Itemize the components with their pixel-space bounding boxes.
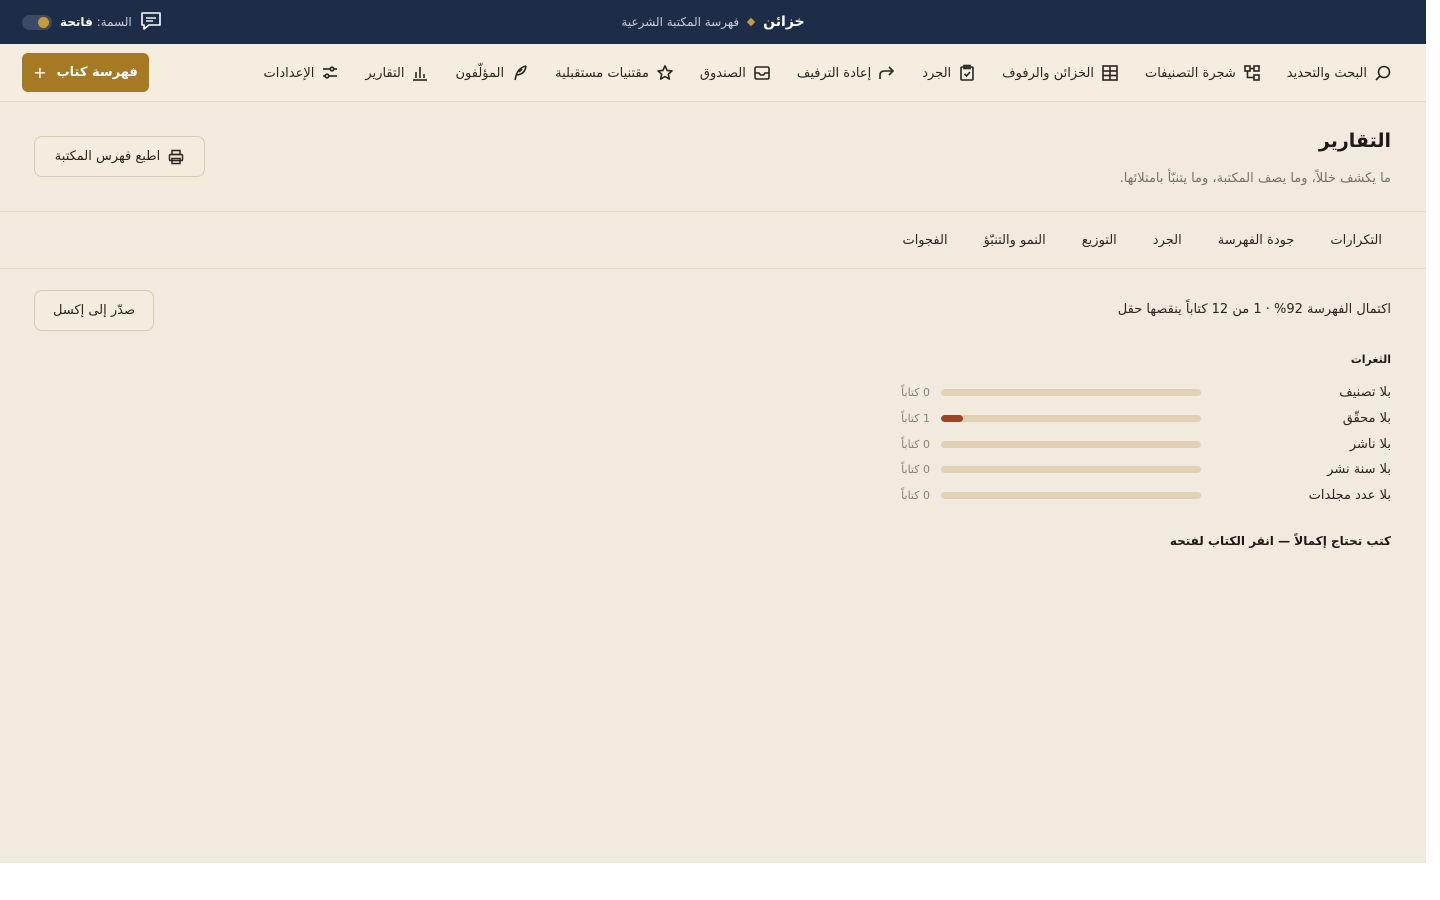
search-icon [1375,65,1391,81]
gap-bar-track [941,466,1201,473]
brand-diamond-icon [746,17,756,27]
sliders-icon [323,66,338,79]
star-icon [657,65,673,80]
gap-row: بلا تصنيف 0 كتاباً [891,383,1391,403]
gap-row: بلا ناشر 0 كتاباً [891,435,1391,455]
app-window: خزائن فهرسة المكتبة الشرعية السمة: فاتحة… [0,0,1426,863]
nav-label: إعادة الترفيف [796,65,872,81]
main-nav: البحث والتحديد شجرة التصنيفات الخزائن وا… [264,44,1392,102]
bar-chart-icon [413,67,428,81]
gap-label: بلا عدد مجلدات [1308,488,1391,503]
nav-label: مقتنيات مستقبلية [555,65,649,81]
nav-label: الجرد [922,65,952,81]
theme-toggle[interactable] [22,14,52,30]
gap-row: بلا سنة نشر 0 كتاباً [891,460,1391,480]
report-tabs: التكرارات جودة الفهرسة الجرد التوزيع الن… [902,212,1382,268]
gap-label: بلا سنة نشر [1327,462,1391,477]
export-excel-label: صدّر إلى إكسل [52,303,136,318]
nav-label: شجرة التصنيفات [1144,65,1236,81]
gap-count: 0 كتاباً [901,386,930,399]
catalog-book-label: فهرسة كتاب [56,65,138,80]
nav-label: البحث والتحديد [1286,65,1367,81]
print-catalog-label: اطبع فهرس المكتبة [54,149,161,164]
toggle-knob [38,16,49,28]
tab-gaps[interactable]: الفجوات [902,233,947,248]
nav-item-authors[interactable]: المؤلّفون [455,64,529,82]
catalog-book-button[interactable]: فهرسة كتاب + [22,53,149,92]
gap-count: 0 كتاباً [901,438,930,451]
nav-label: الخزائن والرفوف [1002,65,1094,81]
brand-name: خزائن [763,14,805,30]
plus-icon: + [33,62,47,82]
main-nav-bar: البحث والتحديد شجرة التصنيفات الخزائن وا… [0,44,1426,102]
nav-item-taxonomy-tree[interactable]: شجرة التصنيفات [1145,64,1261,82]
gap-bar-track [941,389,1201,396]
completion-summary: اكتمال الفهرسة 92% · 1 من 12 كتاباً ينقص… [1117,302,1391,317]
nav-item-inventory[interactable]: الجرد [922,64,976,82]
gap-label: بلا ناشر [1349,437,1391,452]
print-catalog-button[interactable]: اطبع فهرس المكتبة [34,136,205,177]
tab-distribution[interactable]: التوزيع [1082,233,1117,248]
nav-item-future-acquisitions[interactable]: مقتنيات مستقبلية [555,64,674,82]
tab-growth-forecast[interactable]: النمو والتنبّؤ [984,233,1046,248]
gap-row: بلا عدد مجلدات 0 كتاباً [891,486,1391,506]
gap-label: بلا محقّق [1342,411,1391,426]
gap-row: بلا محقّق 1 كتاباً [891,409,1391,429]
chat-icon[interactable] [140,11,162,31]
report-tabs-bar: التكرارات جودة الفهرسة الجرد التوزيع الن… [0,211,1426,269]
gap-bar-track [941,415,1201,422]
gap-bar-track [941,441,1201,448]
nav-item-search[interactable]: البحث والتحديد [1287,64,1392,82]
gap-bar-track [941,492,1201,499]
nav-label: المؤلّفون [455,65,505,81]
page-subtitle: ما يكشف خللاً، وما يصف المكتبة، وما يتنب… [1119,171,1391,186]
nav-label: التقارير [365,65,405,81]
redo-arrow-icon [879,66,895,79]
gap-count: 1 كتاباً [901,412,930,425]
nav-label: الإعدادات [263,65,315,81]
theme-label: السمة: فاتحة [60,15,132,29]
clipboard-icon [960,64,974,81]
brand-subtitle: فهرسة المكتبة الشرعية [621,15,740,29]
top-bar: خزائن فهرسة المكتبة الشرعية السمة: فاتحة [0,0,1426,44]
gap-count: 0 كتاباً [901,463,930,476]
gaps-heading: الثغرات [1350,353,1391,366]
export-excel-button[interactable]: صدّر إلى إكسل [34,290,154,331]
nav-label: الصندوق [699,65,746,81]
page-title: التقارير [1318,130,1391,152]
printer-icon [168,149,184,164]
inbox-icon [754,66,770,80]
gap-label: بلا تصنيف [1339,385,1391,400]
tab-catalog-quality[interactable]: جودة الفهرسة [1218,233,1295,248]
incomplete-books-heading: كتب تحتاج إكمالاً — انقر الكتاب لفتحه [1169,534,1391,548]
quill-icon [514,65,527,81]
tree-icon [1243,65,1260,81]
theme-label-prefix: السمة: [96,15,132,29]
nav-item-inbox[interactable]: الصندوق [700,64,771,82]
theme-value: فاتحة [60,15,93,29]
nav-item-settings[interactable]: الإعدادات [264,64,340,82]
theme-switcher: السمة: فاتحة [22,13,132,31]
grid-icon [1102,65,1118,81]
gap-count: 0 كتاباً [901,489,930,502]
nav-item-reports[interactable]: التقارير [365,64,429,82]
gap-bar-fill [941,415,963,422]
tab-inventory[interactable]: الجرد [1153,233,1182,248]
tab-duplicates[interactable]: التكرارات [1330,233,1382,248]
nav-item-cabinets-shelves[interactable]: الخزائن والرفوف [1002,64,1119,82]
nav-item-reshelving[interactable]: إعادة الترفيف [797,64,896,82]
brand: خزائن فهرسة المكتبة الشرعية [0,0,1426,44]
